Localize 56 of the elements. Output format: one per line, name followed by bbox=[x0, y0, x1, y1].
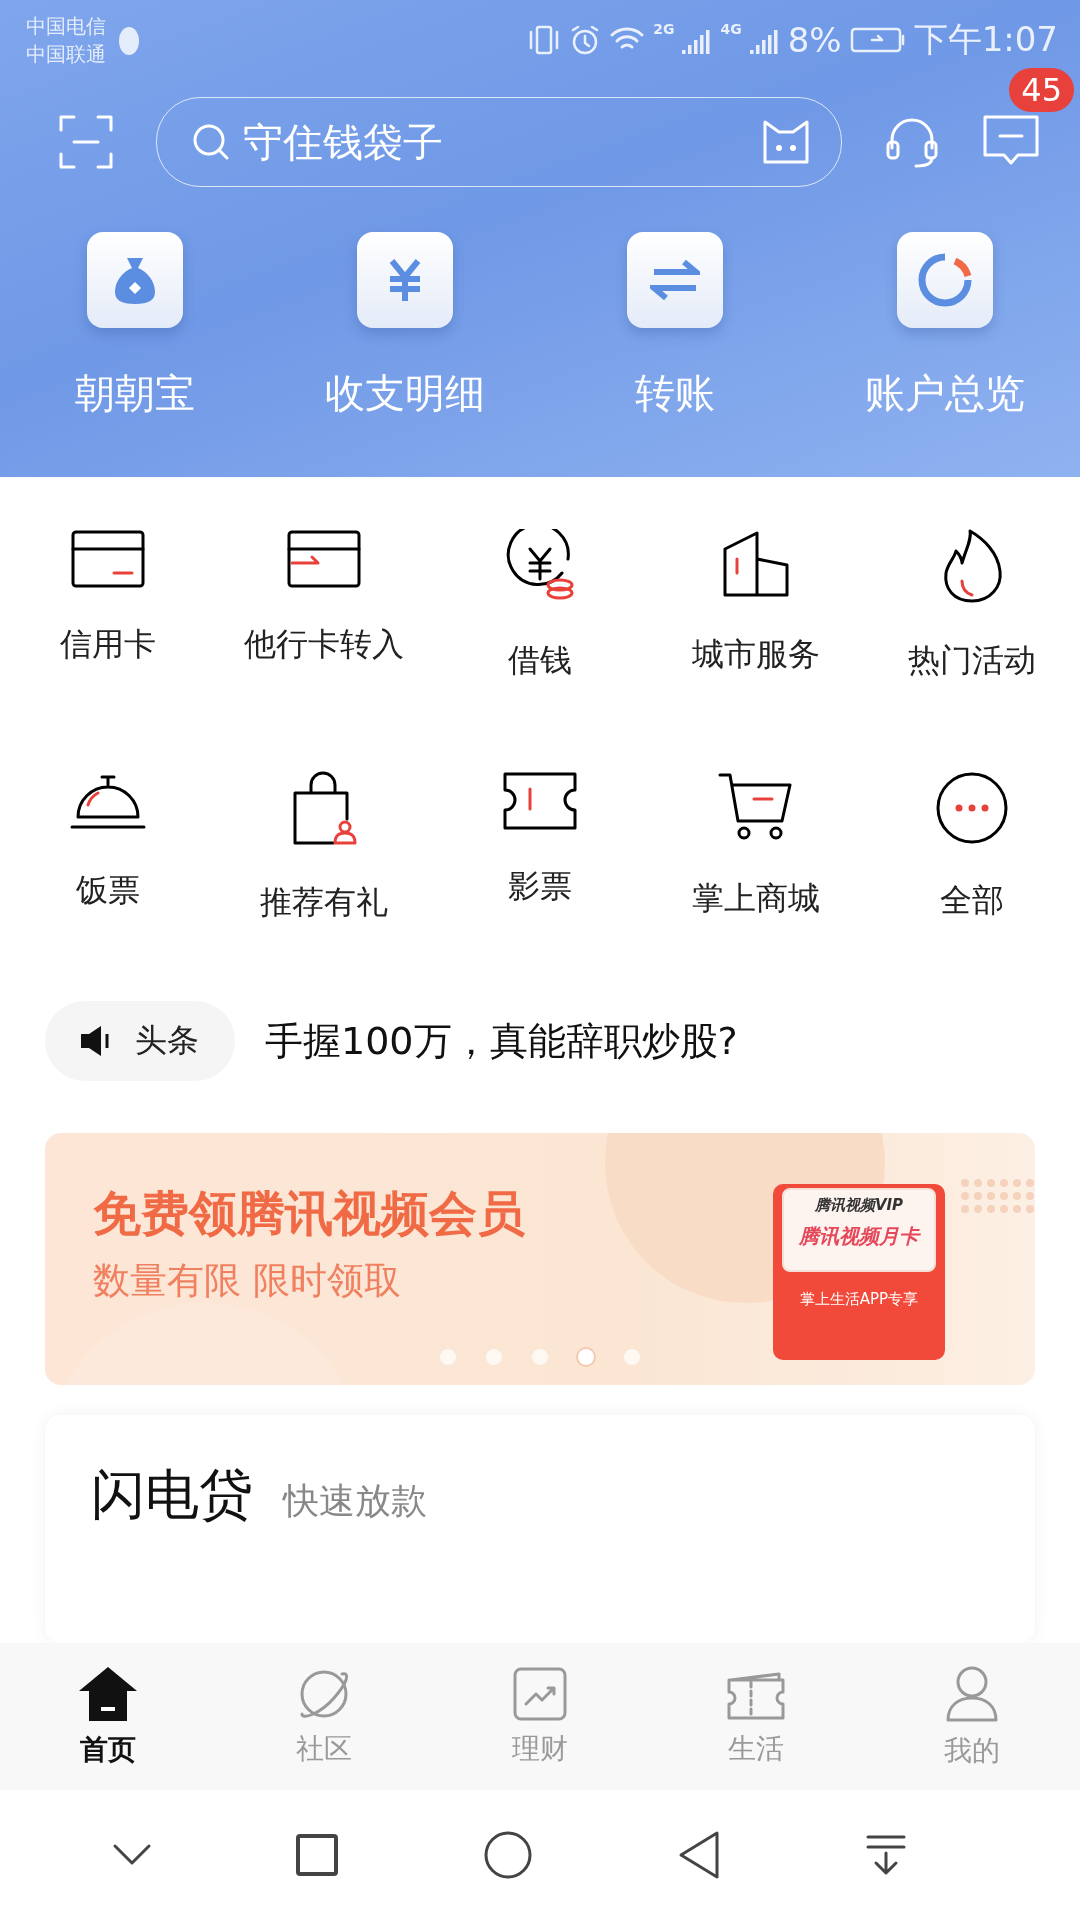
headline-tag-text: 头条 bbox=[135, 1020, 199, 1061]
loan-subtitle: 快速放款 bbox=[283, 1479, 427, 1523]
quick-action-button[interactable] bbox=[357, 232, 453, 328]
transfer-icon bbox=[650, 258, 700, 302]
unread-badge: 45 bbox=[1009, 68, 1074, 112]
carrier-name: 中国电信 bbox=[26, 13, 106, 40]
quick-action-label: 账户总览 bbox=[865, 369, 1025, 418]
card-transfer-icon bbox=[286, 529, 362, 589]
home-icon bbox=[77, 1664, 139, 1723]
service-label[interactable]: 借钱 bbox=[508, 639, 572, 683]
quick-action-button[interactable] bbox=[627, 232, 723, 328]
card-icon bbox=[70, 529, 146, 589]
recents-icon[interactable] bbox=[295, 1833, 340, 1877]
gift-envelope-drawing: 腾讯视频VIP 腾讯视频月卡 掌上生活APP专享 bbox=[773, 1184, 945, 1360]
scan-icon[interactable] bbox=[58, 114, 114, 170]
service-label[interactable]: 热门活动 bbox=[908, 639, 1036, 683]
pager-dot[interactable] bbox=[532, 1349, 548, 1365]
ticket-icon bbox=[502, 771, 578, 831]
search-field[interactable]: 守住钱袋子 bbox=[241, 118, 749, 166]
carrier-name: 中国联通 bbox=[26, 41, 106, 68]
chart-icon bbox=[512, 1665, 568, 1722]
tab-bar-item[interactable]: 首页 bbox=[0, 1643, 216, 1790]
service-label[interactable]: 城市服务 bbox=[692, 633, 820, 677]
service-label[interactable]: 影票 bbox=[508, 865, 572, 909]
quick-action-label: 收支明细 bbox=[325, 369, 485, 418]
loan-title: 闪电贷 bbox=[91, 1462, 253, 1528]
search-icon bbox=[191, 122, 231, 162]
pager-dot[interactable] bbox=[624, 1349, 640, 1365]
home-circle-icon[interactable] bbox=[483, 1830, 533, 1880]
service-label[interactable]: 全部 bbox=[940, 879, 1004, 923]
chevron-down-icon[interactable] bbox=[111, 1843, 152, 1867]
buildings-icon bbox=[721, 529, 791, 599]
quick-action-label: 朝朝宝 bbox=[75, 369, 195, 418]
pager-dot[interactable] bbox=[578, 1349, 594, 1365]
service-label[interactable]: 他行卡转入 bbox=[244, 623, 404, 667]
more-icon bbox=[935, 771, 1009, 845]
quick-action-label: 转账 bbox=[635, 369, 715, 418]
pager-dot[interactable] bbox=[486, 1349, 502, 1365]
clock-time: 下午1:07 bbox=[913, 18, 1058, 61]
network-label: 2G bbox=[653, 21, 675, 37]
quick-action-button[interactable] bbox=[87, 232, 183, 328]
loan-card[interactable]: 闪电贷 快速放款 bbox=[45, 1415, 1035, 1643]
pager-dot[interactable] bbox=[440, 1349, 456, 1365]
service-label[interactable]: 推荐有礼 bbox=[260, 881, 388, 925]
headline-link[interactable]: 手握100万，真能辞职炒股? bbox=[265, 1015, 738, 1067]
banner-title: 免费领腾讯视频会员 bbox=[93, 1184, 526, 1243]
service-label[interactable]: 掌上商城 bbox=[692, 877, 820, 921]
service-label[interactable]: 信用卡 bbox=[60, 623, 156, 667]
battery-percent: 8% bbox=[787, 20, 842, 60]
service-label[interactable]: 饭票 bbox=[76, 869, 140, 913]
banner-subtitle: 数量有限 限时领取 bbox=[93, 1258, 402, 1304]
network-label: 4G bbox=[720, 21, 742, 37]
battery-charging-icon bbox=[849, 26, 906, 54]
ring-chart-icon bbox=[916, 251, 974, 309]
quick-action-button[interactable] bbox=[897, 232, 993, 328]
search-bar[interactable]: 守住钱袋子 bbox=[156, 97, 842, 187]
